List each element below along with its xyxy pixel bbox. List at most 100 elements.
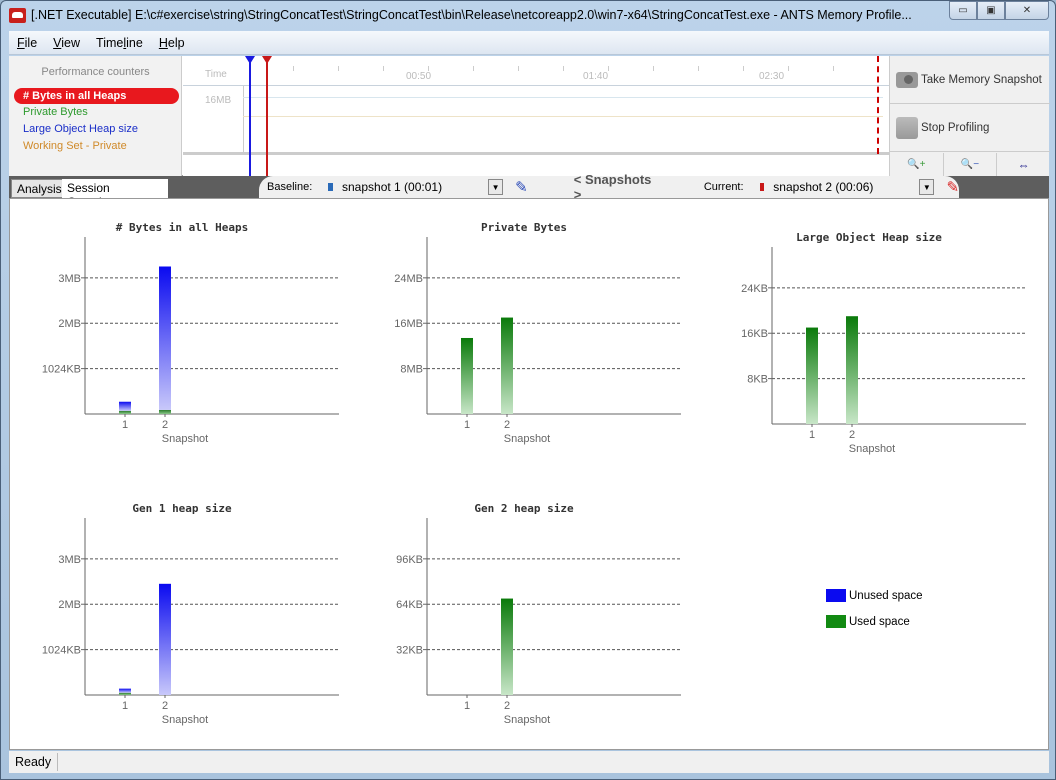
minimize-button[interactable]: ▭: [949, 1, 977, 20]
bar-large-object-heap-size-snapshot-2[interactable]: [846, 316, 858, 424]
baseline-select[interactable]: snapshot 1 (00:01): [342, 180, 484, 194]
snapshot-selector-bar: Baseline: snapshot 1 (00:01) ▼ ✎ < Snaps…: [259, 172, 959, 202]
x-tick-label: 1: [809, 429, 815, 441]
close-button[interactable]: ✕: [1005, 1, 1049, 20]
y-tick-label: 3MB: [58, 554, 81, 566]
edit-current-pencil-icon[interactable]: ✎: [946, 178, 959, 196]
y-tick-label: 16MB: [394, 318, 423, 330]
current-select[interactable]: snapshot 2 (00:06): [773, 180, 915, 194]
baseline-label: Baseline:: [267, 181, 313, 193]
bar-unused-space-snapshot-2[interactable]: [159, 583, 171, 695]
menu-bar: File View Timeline Help: [9, 31, 1049, 55]
menu-view-label: iew: [61, 35, 81, 50]
bar-large-object-heap-size-snapshot-1[interactable]: [806, 327, 818, 424]
x-tick-label: 1: [464, 700, 470, 712]
baseline-marker-handle-icon[interactable]: [245, 56, 255, 64]
current-marker[interactable]: [266, 56, 268, 176]
zoom-in-button[interactable]: 🔍+: [890, 153, 944, 176]
tab-analysis[interactable]: Analysis: [11, 179, 68, 198]
take-memory-snapshot-label: Take Memory Snapshot: [921, 73, 1042, 86]
y-tick-label: 16KB: [741, 328, 768, 340]
current-label: Current:: [703, 181, 744, 193]
current-marker-handle-icon[interactable]: [262, 56, 272, 64]
take-memory-snapshot-button[interactable]: Take Memory Snapshot: [890, 56, 1050, 104]
timeline-scroll-track[interactable]: [183, 152, 889, 155]
current-dropdown-arrow-icon[interactable]: ▼: [919, 179, 935, 195]
time-tick: [293, 66, 294, 71]
time-tick: [698, 66, 699, 71]
stop-icon: [896, 116, 918, 139]
profiling-actions: Take Memory Snapshot Stop Profiling 🔍+ 🔍…: [889, 56, 1050, 176]
time-tick: [518, 66, 519, 71]
time-tick: [383, 66, 384, 71]
bar-private-bytes-snapshot-1[interactable]: [461, 337, 473, 414]
timeline-working-set-line: [243, 116, 883, 117]
fit-to-window-button[interactable]: ⇔: [997, 153, 1050, 176]
baseline-marker[interactable]: [249, 56, 251, 176]
tab-session-overview[interactable]: Session Overview: [62, 179, 168, 209]
y-tick-label: 1024KB: [42, 645, 81, 657]
time-tick-label: 01:40: [583, 71, 609, 82]
menu-timeline[interactable]: Timeline: [88, 36, 151, 50]
bar-used-space-snapshot-1[interactable]: [119, 410, 131, 414]
chart-title: Gen 2 heap size: [474, 502, 574, 515]
counter-working-set-private[interactable]: Working Set - Private: [23, 140, 127, 152]
menu-view[interactable]: View: [45, 36, 88, 50]
y-tick-label: 32KB: [396, 645, 423, 657]
bar-unused-space-snapshot-1[interactable]: [119, 401, 131, 411]
stop-profiling-label: Stop Profiling: [921, 121, 990, 134]
ants-app-icon: [9, 8, 26, 23]
menu-file-label: ile: [24, 35, 38, 50]
counter-bytes-in-all-heaps[interactable]: # Bytes in all Heaps: [14, 88, 179, 104]
x-axis-label: Snapshot: [504, 714, 550, 726]
bar-unused-space-snapshot-1[interactable]: [119, 688, 131, 693]
time-tick: [563, 66, 564, 71]
chart-large-object-heap: Large Object Heap size 8KB 16KB 24KB 1 2 Snaps…: [700, 209, 1040, 472]
legend-swatch-used: [826, 615, 846, 628]
performance-counters-title: Performance counters: [41, 66, 150, 78]
stop-profiling-button[interactable]: Stop Profiling: [890, 104, 1050, 152]
bar-used-space-snapshot-1[interactable]: [119, 692, 131, 695]
time-tick: [833, 66, 834, 71]
chart-title: Gen 1 heap size: [132, 502, 232, 515]
app-window: [.NET Executable] E:\c#exercise\string\S…: [0, 0, 1056, 780]
zoom-out-button[interactable]: 🔍−: [944, 153, 998, 176]
legend-label-used: Used space: [849, 615, 910, 628]
legend-swatch-unused: [826, 589, 846, 602]
menu-help[interactable]: Help: [151, 36, 193, 50]
counter-private-bytes[interactable]: Private Bytes: [23, 106, 88, 118]
zoom-in-icon: 🔍+: [907, 159, 926, 170]
chart-title: Private Bytes: [481, 221, 567, 234]
time-tick-label: 00:50: [406, 71, 432, 82]
window-title: [.NET Executable] E:\c#exercise\string\S…: [31, 8, 912, 22]
baseline-dropdown-arrow-icon[interactable]: ▼: [487, 179, 504, 195]
y-tick-label: 2MB: [58, 318, 81, 330]
current-snapshot-icon: [759, 183, 765, 191]
x-tick-label: 2: [504, 700, 510, 712]
y-tick-label: 8MB: [400, 364, 423, 376]
time-tick: [653, 66, 654, 71]
y-tick-label: 3MB: [58, 273, 81, 285]
bar-unused-space-snapshot-2[interactable]: [159, 266, 171, 410]
fit-icon: ⇔: [1017, 157, 1030, 172]
counter-large-object-heap[interactable]: Large Object Heap size: [23, 123, 138, 135]
time-tick: [338, 66, 339, 71]
menu-file[interactable]: File: [9, 36, 45, 50]
camera-icon: [896, 71, 918, 88]
session-overview-content: # Bytes in all Heaps 1024KB 2MB 3MB 1 2 Snapsh…: [9, 198, 1049, 750]
y-tick-label: 24MB: [394, 273, 423, 285]
y-tick-label: 1024KB: [42, 364, 81, 376]
timeline-graph[interactable]: Time 00:50 01:40 02:30 16MB: [183, 56, 889, 176]
bar-gen-2-heap-size-snapshot-2[interactable]: [501, 598, 513, 695]
maximize-button[interactable]: ▣: [977, 1, 1005, 20]
chart-gen2-heap: Gen 2 heap size 32KB 64KB 96KB 1 2 Snapshot: [355, 480, 695, 743]
x-tick-label: 1: [464, 419, 470, 431]
bar-private-bytes-snapshot-2[interactable]: [501, 317, 513, 414]
time-tick: [473, 66, 474, 71]
chart-title: # Bytes in all Heaps: [116, 221, 248, 234]
edit-baseline-pencil-icon[interactable]: ✎: [515, 178, 528, 196]
bar-used-space-snapshot-2[interactable]: [159, 409, 171, 414]
time-tick: [608, 66, 609, 71]
y-tick-label: 8KB: [747, 374, 768, 386]
x-axis-label: Snapshot: [162, 714, 208, 726]
